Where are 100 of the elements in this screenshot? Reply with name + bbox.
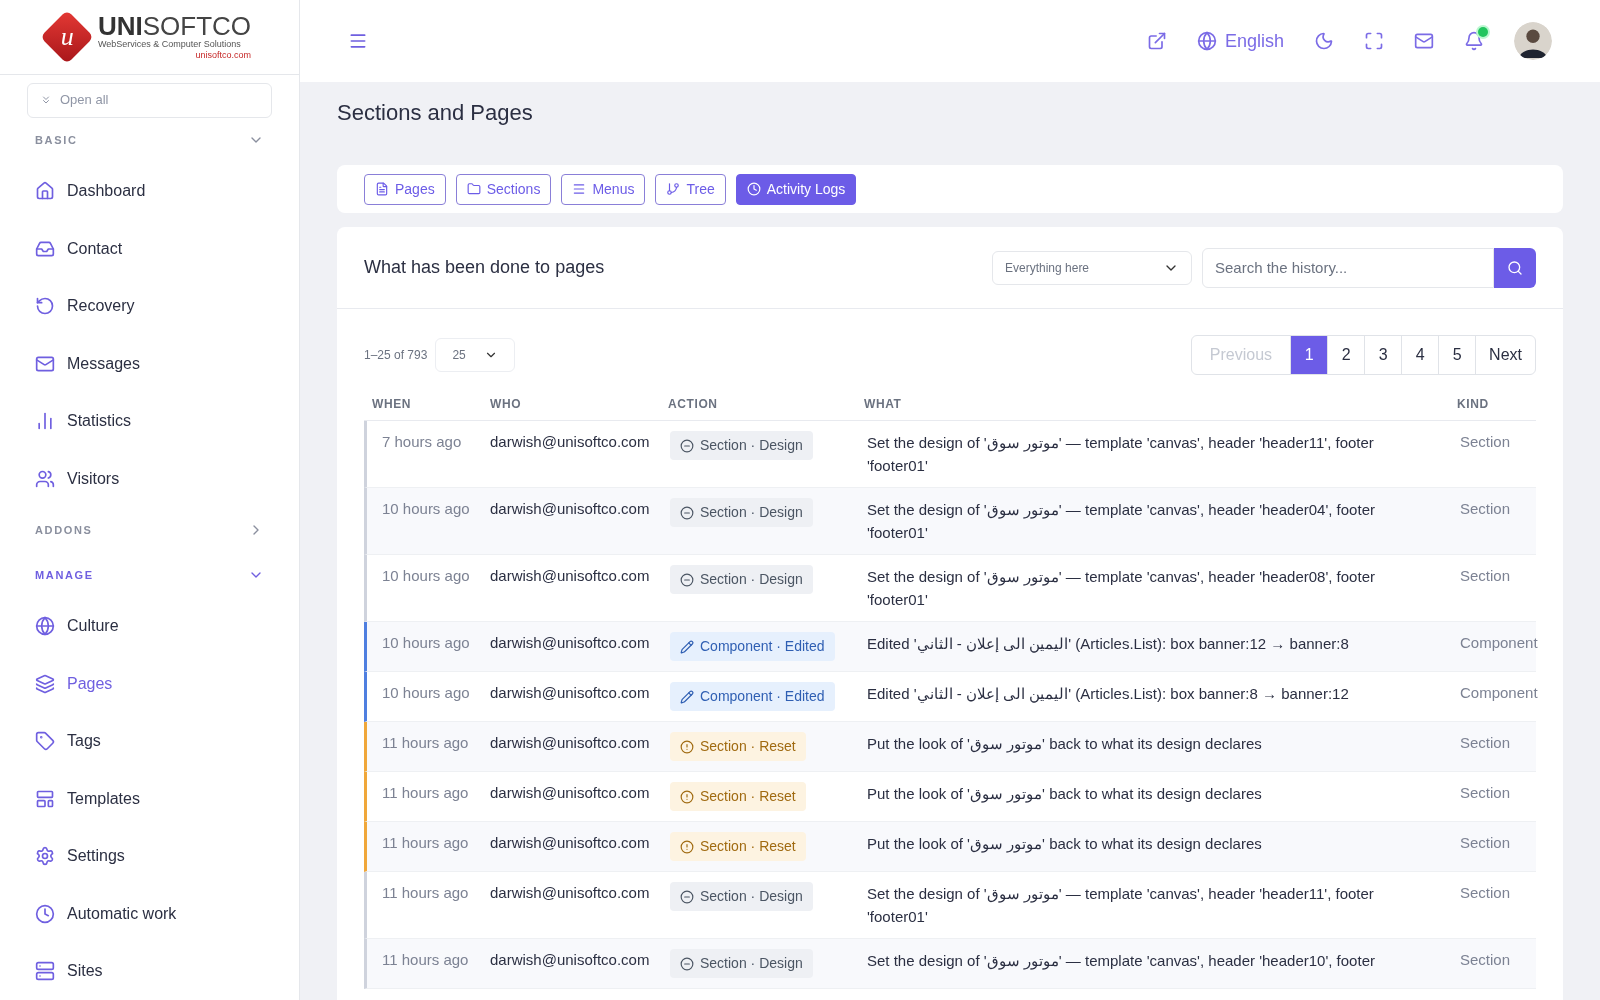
sidebar-item[interactable]: Automatic work bbox=[27, 885, 272, 943]
page-title: Sections and Pages bbox=[337, 99, 534, 127]
sidebar-item[interactable]: Culture bbox=[27, 597, 272, 655]
sidebar-item[interactable]: Sites bbox=[27, 942, 272, 1000]
kind-cell-text: Section bbox=[1459, 499, 1512, 519]
minus-circle-icon bbox=[680, 572, 694, 587]
description-cell-text: Put the look of 'موتور سوق' back to what its design declares bbox=[866, 834, 1263, 855]
description-cell-text: Edited 'اليمين الى إعلان - الثاني' (Articles.List): box banner:12 → banner:8 bbox=[866, 634, 1350, 655]
logo-tagline: WebServices & Computer Solutions bbox=[97, 38, 242, 50]
page-button[interactable]: 2 bbox=[1327, 336, 1365, 374]
language-button[interactable]: English bbox=[1196, 27, 1284, 55]
users-icon bbox=[35, 468, 55, 489]
description-cell-text: Set the design of 'موتور سوق' — template 'canvas', header 'header11', footer 'footer01' bbox=[866, 433, 1375, 476]
menu-icon[interactable] bbox=[348, 31, 368, 51]
sidebar-item[interactable]: Recovery bbox=[27, 277, 272, 335]
tag-icon bbox=[35, 731, 55, 752]
filter-dropdown[interactable]: Everything here bbox=[992, 250, 1192, 285]
action-badge: Component · Edited bbox=[670, 632, 835, 661]
kind-cell-text: Component bbox=[1459, 633, 1539, 653]
action-badge: Section · Reset bbox=[670, 782, 806, 811]
external-link-icon[interactable] bbox=[1146, 31, 1167, 51]
kind-cell-text: Section bbox=[1459, 950, 1512, 970]
folder-icon bbox=[466, 182, 481, 196]
tab[interactable]: Pages bbox=[364, 173, 446, 205]
sidebar-item[interactable]: Statistics bbox=[27, 392, 272, 450]
page-button[interactable]: 5 bbox=[1438, 336, 1476, 374]
pencil-icon bbox=[680, 639, 694, 654]
alert-icon bbox=[680, 739, 694, 754]
menu-icon bbox=[572, 182, 587, 196]
page-button[interactable]: 1 bbox=[1290, 336, 1328, 374]
kind-cell-text: Component bbox=[1459, 683, 1539, 703]
column-header: ACTION bbox=[667, 395, 719, 413]
sidebar-item[interactable]: Tags bbox=[27, 712, 272, 770]
description-cell-text: Set the design of 'موتور سوق' — template 'canvas', header 'header11', footer 'footer01' bbox=[866, 884, 1375, 927]
logo-name: SOFTCO bbox=[142, 12, 252, 39]
house-icon bbox=[35, 181, 55, 202]
search-button[interactable] bbox=[1494, 247, 1536, 288]
avatar[interactable] bbox=[1514, 22, 1552, 60]
card-title: What has been done to pages bbox=[364, 256, 606, 279]
user-cell-text: darwish@unisoftco.com bbox=[489, 432, 651, 452]
next-button[interactable]: Next bbox=[1475, 336, 1535, 374]
branch-icon bbox=[666, 182, 681, 196]
server-icon bbox=[35, 961, 55, 982]
sidebar-item[interactable]: Pages bbox=[27, 655, 272, 713]
kind-cell-text: Section bbox=[1459, 883, 1512, 903]
tab[interactable]: Menus bbox=[561, 173, 646, 205]
minus-circle-icon bbox=[680, 438, 694, 453]
moon-icon[interactable] bbox=[1314, 31, 1334, 51]
description-cell-text: Set the design of 'موتور سوق' — template 'canvas', header 'header08', footer 'footer01' bbox=[866, 567, 1376, 610]
section-header[interactable]: MANAGE bbox=[27, 552, 272, 598]
page-button[interactable]: 4 bbox=[1401, 336, 1439, 374]
action-badge: Section · Reset bbox=[670, 832, 806, 861]
sidebar-item[interactable]: Messages bbox=[27, 335, 272, 393]
globe-icon bbox=[35, 616, 55, 637]
time-cell-text: 10 hours ago bbox=[381, 633, 471, 653]
fullscreen-icon[interactable] bbox=[1364, 31, 1384, 51]
time-cell-text: 11 hours ago bbox=[381, 950, 470, 970]
column-header: WHO bbox=[489, 395, 523, 413]
action-badge: Component · Edited bbox=[670, 682, 835, 711]
action-badge: Section · Design bbox=[670, 949, 813, 978]
search-field[interactable]: Search the history... bbox=[1202, 247, 1494, 288]
minus-circle-icon bbox=[680, 956, 694, 971]
time-cell-text: 10 hours ago bbox=[381, 683, 471, 703]
tab[interactable]: Sections bbox=[455, 173, 552, 205]
bell-icon[interactable] bbox=[1464, 31, 1484, 51]
minus-circle-icon bbox=[680, 505, 694, 520]
action-badge: Section · Design bbox=[670, 431, 813, 460]
time-cell-text: 11 hours ago bbox=[381, 883, 470, 903]
column-header: KIND bbox=[1456, 395, 1490, 413]
clock-icon bbox=[746, 182, 761, 196]
clock-icon bbox=[35, 903, 55, 924]
description-cell-text: Edited 'اليمين الى إعلان - الثاني' (Articles.List): box banner:8 → banner:12 bbox=[866, 684, 1350, 705]
sidebar-item[interactable]: Settings bbox=[27, 827, 272, 885]
sidebar-item[interactable]: Dashboard bbox=[27, 162, 272, 220]
user-cell-text: darwish@unisoftco.com bbox=[489, 783, 651, 803]
column-header: WHAT bbox=[863, 395, 903, 413]
time-cell-text: 7 hours ago bbox=[381, 432, 463, 452]
user-cell-text: darwish@unisoftco.com bbox=[489, 833, 651, 853]
page-button[interactable]: 3 bbox=[1364, 336, 1402, 374]
envelope-icon[interactable] bbox=[1414, 31, 1434, 51]
tab[interactable]: Tree bbox=[655, 173, 726, 205]
user-cell-text: darwish@unisoftco.com bbox=[489, 733, 651, 753]
range-text: 1–25 of 793 bbox=[364, 347, 428, 364]
globe-icon bbox=[1196, 31, 1217, 51]
time-cell-text: 11 hours ago bbox=[381, 733, 470, 753]
user-cell-text: darwish@unisoftco.com bbox=[489, 683, 651, 703]
time-cell-text: 10 hours ago bbox=[381, 566, 471, 586]
double-chevron-icon bbox=[40, 94, 52, 106]
page-size-dropdown[interactable]: 25 bbox=[435, 338, 516, 372]
sidebar-item[interactable]: Visitors bbox=[27, 450, 272, 508]
sidebar-item[interactable]: Contact bbox=[27, 220, 272, 278]
tab[interactable]: Activity Logs bbox=[735, 173, 857, 205]
kind-cell-text: Section bbox=[1459, 833, 1512, 853]
action-badge: Section · Reset bbox=[670, 732, 806, 761]
kind-cell-text: Section bbox=[1459, 432, 1512, 452]
logo-url: unisoftco.com bbox=[195, 49, 252, 61]
user-cell-text: darwish@unisoftco.com bbox=[489, 883, 651, 903]
sidebar-item[interactable]: Templates bbox=[27, 770, 272, 828]
alert-icon bbox=[680, 789, 694, 804]
user-cell-text: darwish@unisoftco.com bbox=[489, 950, 651, 970]
